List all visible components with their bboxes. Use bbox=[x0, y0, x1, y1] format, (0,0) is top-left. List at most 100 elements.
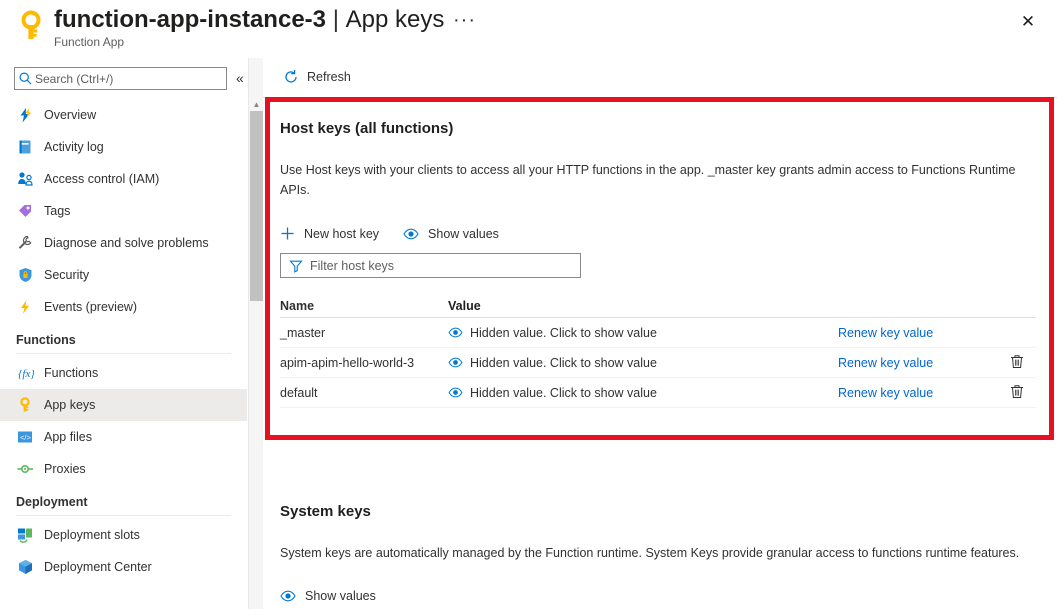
host-keys-filter[interactable] bbox=[280, 253, 581, 278]
column-header-name: Name bbox=[280, 299, 448, 313]
sidebar-item-label: Overview bbox=[44, 108, 96, 122]
content-area: Refresh Host keys (all functions) Use Ho… bbox=[263, 58, 1057, 609]
sidebar-item-app-files[interactable]: </> App files bbox=[0, 421, 247, 453]
overview-icon bbox=[16, 106, 34, 124]
filter-funnel-icon bbox=[281, 259, 310, 273]
table-row: apim-apim-hello-world-3 Hidden value. Cl… bbox=[280, 348, 1036, 378]
resource-name: function-app-instance-3 bbox=[54, 6, 326, 33]
sidebar-scrollbar[interactable]: ▲ bbox=[248, 58, 263, 609]
sidebar-group-deployment: Deployment bbox=[0, 485, 247, 511]
app-files-icon: </> bbox=[16, 428, 34, 446]
tags-icon bbox=[16, 202, 34, 220]
renew-cell: Renew key value bbox=[838, 324, 998, 342]
system-show-values-button[interactable]: Show values bbox=[280, 589, 376, 603]
sidebar-item-label: Proxies bbox=[44, 462, 86, 476]
host-keys-title: Host keys (all functions) bbox=[280, 120, 1040, 137]
sidebar-item-overview[interactable]: Overview bbox=[0, 99, 247, 131]
sidebar-item-label: Security bbox=[44, 268, 89, 282]
collapse-sidebar-icon[interactable]: « bbox=[236, 69, 244, 87]
function-icon: {fx} bbox=[16, 364, 34, 382]
close-button[interactable]: ✕ bbox=[1012, 6, 1044, 38]
sidebar-item-label: Deployment slots bbox=[44, 528, 140, 542]
new-host-key-label: New host key bbox=[304, 227, 379, 241]
sidebar-item-proxies[interactable]: Proxies bbox=[0, 453, 247, 485]
key-value-text: Hidden value. Click to show value bbox=[470, 386, 657, 400]
svg-text:</>: </> bbox=[20, 433, 31, 442]
access-control-icon bbox=[16, 170, 34, 188]
key-icon bbox=[16, 10, 46, 42]
sidebar-item-app-keys[interactable]: App keys bbox=[0, 389, 247, 421]
more-options-button[interactable]: ··· bbox=[453, 9, 476, 32]
page-header: function-app-instance-3 | App keys ··· F… bbox=[0, 0, 1057, 58]
title-separator: | bbox=[333, 6, 339, 33]
scroll-up-arrow-icon[interactable]: ▲ bbox=[249, 98, 264, 111]
key-name: _master bbox=[280, 326, 448, 340]
sidebar-item-tags[interactable]: Tags bbox=[0, 195, 247, 227]
host-show-values-label: Show values bbox=[428, 227, 499, 241]
delete-key-button[interactable] bbox=[1010, 354, 1024, 372]
key-name: default bbox=[280, 386, 448, 400]
new-host-key-button[interactable]: New host key bbox=[280, 226, 379, 241]
refresh-button[interactable]: Refresh bbox=[279, 64, 355, 90]
activity-log-icon bbox=[16, 138, 34, 156]
svg-text:{fx}: {fx} bbox=[18, 368, 34, 380]
eye-icon bbox=[448, 357, 463, 368]
sidebar-item-diagnose[interactable]: Diagnose and solve problems bbox=[0, 227, 247, 259]
key-name: apim-apim-hello-world-3 bbox=[280, 356, 448, 370]
system-show-values-label: Show values bbox=[305, 589, 376, 603]
host-keys-table: Name Value _master Hidden bbox=[280, 296, 1036, 408]
plus-icon bbox=[280, 226, 295, 241]
sidebar-divider bbox=[16, 515, 231, 516]
sidebar-item-label: Access control (IAM) bbox=[44, 172, 159, 186]
sidebar-item-label: Diagnose and solve problems bbox=[44, 236, 209, 250]
host-keys-filter-input[interactable] bbox=[310, 259, 580, 273]
renew-key-value-link[interactable]: Renew key value bbox=[838, 386, 933, 400]
eye-icon bbox=[280, 590, 296, 602]
close-icon: ✕ bbox=[1021, 12, 1035, 32]
sidebar-item-activity-log[interactable]: Activity log bbox=[0, 131, 247, 163]
sidebar-group-functions: Functions bbox=[0, 323, 247, 349]
refresh-label: Refresh bbox=[307, 70, 351, 84]
host-show-values-button[interactable]: Show values bbox=[403, 227, 499, 241]
sidebar-item-label: Functions bbox=[44, 366, 98, 380]
scrollbar-thumb[interactable] bbox=[250, 111, 263, 301]
key-value-cell[interactable]: Hidden value. Click to show value bbox=[448, 386, 838, 400]
renew-key-value-link[interactable]: Renew key value bbox=[838, 356, 933, 370]
proxies-icon bbox=[16, 460, 34, 478]
table-row: _master Hidden value. Click to show valu… bbox=[280, 318, 1036, 348]
sidebar-search[interactable] bbox=[14, 67, 227, 90]
command-bar: Refresh bbox=[263, 58, 1057, 97]
delete-key-button[interactable] bbox=[1010, 384, 1024, 402]
sidebar-item-access-control[interactable]: Access control (IAM) bbox=[0, 163, 247, 195]
sidebar-item-deployment-center[interactable]: Deployment Center bbox=[0, 551, 247, 583]
renew-key-value-link[interactable]: Renew key value bbox=[838, 326, 933, 340]
sidebar-nav: Overview Activity log Acc bbox=[0, 99, 247, 609]
eye-icon bbox=[403, 228, 419, 240]
sidebar-item-label: Deployment Center bbox=[44, 560, 152, 574]
sidebar-item-functions[interactable]: {fx} Functions bbox=[0, 357, 247, 389]
renew-cell: Renew key value bbox=[838, 354, 998, 372]
deployment-center-icon bbox=[16, 558, 34, 576]
sidebar-item-label: App files bbox=[44, 430, 92, 444]
sidebar-item-deployment-slots[interactable]: Deployment slots bbox=[0, 519, 247, 551]
page-title: function-app-instance-3 | App keys bbox=[54, 5, 444, 34]
trash-icon bbox=[1010, 384, 1024, 402]
system-keys-section: System keys System keys are automaticall… bbox=[280, 503, 1040, 609]
sidebar-item-security[interactable]: Security bbox=[0, 259, 247, 291]
trash-icon bbox=[1010, 354, 1024, 372]
host-keys-actions: New host key Show values bbox=[280, 226, 1040, 241]
key-value-cell[interactable]: Hidden value. Click to show value bbox=[448, 326, 838, 340]
key-icon bbox=[16, 396, 34, 414]
eye-icon bbox=[448, 387, 463, 398]
resource-type-subtitle: Function App bbox=[54, 35, 124, 49]
table-row: default Hidden value. Click to show valu… bbox=[280, 378, 1036, 408]
sidebar-item-events[interactable]: Events (preview) bbox=[0, 291, 247, 323]
page-section-name: App keys bbox=[346, 6, 445, 33]
system-keys-description: System keys are automatically managed by… bbox=[280, 543, 1036, 563]
sidebar-item-label: Tags bbox=[44, 204, 70, 218]
delete-cell bbox=[998, 384, 1036, 402]
key-value-cell[interactable]: Hidden value. Click to show value bbox=[448, 356, 838, 370]
renew-cell: Renew key value bbox=[838, 384, 998, 402]
system-keys-title: System keys bbox=[280, 503, 1040, 520]
search-input[interactable] bbox=[35, 69, 226, 88]
